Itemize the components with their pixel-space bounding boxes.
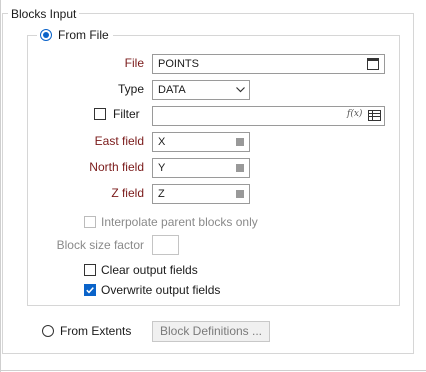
overwrite-output-checkbox[interactable] — [84, 284, 96, 296]
panel-border-bottom — [0, 370, 426, 371]
function-editor-icon[interactable]: f(x) — [347, 109, 362, 119]
blocks-input-title: Blocks Input — [8, 7, 80, 21]
chevron-down-icon — [236, 87, 245, 93]
z-field-value: Z — [158, 188, 165, 200]
block-definitions-button: Block Definitions ... — [152, 321, 270, 342]
checkmark-icon — [86, 287, 94, 294]
from-extents-radio[interactable] — [42, 325, 54, 337]
from-file-radio[interactable] — [40, 29, 52, 41]
list-icon[interactable] — [236, 164, 244, 172]
from-file-radio-container[interactable]: From File — [37, 28, 113, 44]
interpolate-label: Interpolate parent blocks only — [101, 215, 258, 229]
filter-checkbox[interactable] — [94, 108, 106, 120]
interpolate-checkbox — [84, 216, 96, 228]
east-field-value: X — [158, 136, 166, 148]
file-browse-icon[interactable] — [367, 58, 379, 70]
from-file-label: From File — [58, 28, 109, 42]
block-size-factor-input — [152, 235, 179, 255]
block-size-factor-label: Block size factor — [56, 238, 144, 252]
list-icon[interactable] — [236, 138, 244, 146]
file-label: File — [124, 56, 144, 70]
overwrite-output-label: Overwrite output fields — [101, 283, 221, 297]
north-field-value: Y — [158, 162, 166, 174]
type-select-value: DATA — [158, 84, 186, 96]
file-input-value: POINTS — [158, 58, 199, 70]
clear-output-checkbox[interactable] — [84, 264, 96, 276]
file-input[interactable]: POINTS — [152, 54, 385, 74]
clear-output-label: Clear output fields — [101, 263, 198, 277]
filter-table-icon[interactable] — [368, 110, 381, 121]
type-label: Type — [117, 82, 144, 96]
filter-label: Filter — [113, 107, 140, 121]
list-icon[interactable] — [236, 190, 244, 198]
north-field-label: North field — [89, 160, 144, 174]
z-field-label: Z field — [111, 186, 144, 200]
from-extents-label: From Extents — [60, 324, 132, 338]
east-field-label: East field — [94, 134, 144, 148]
panel-border-left — [0, 0, 1, 372]
